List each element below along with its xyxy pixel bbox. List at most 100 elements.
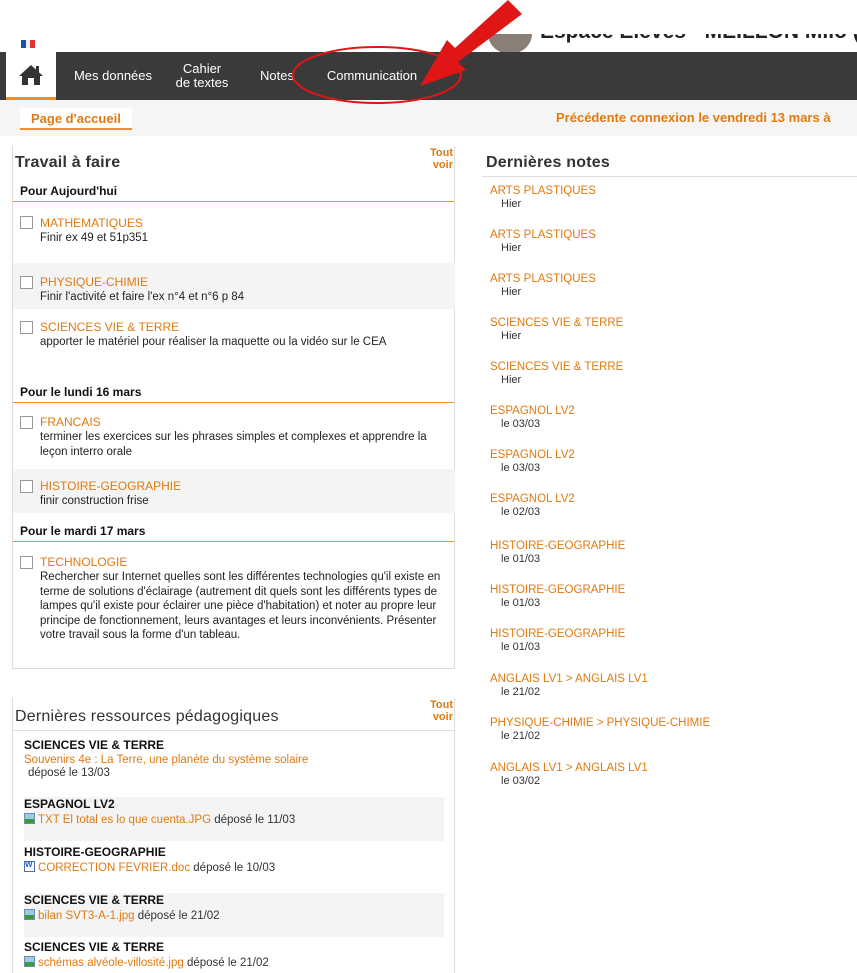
ressources-divider	[13, 730, 454, 731]
note-subject: ESPAGNOL LV2	[490, 493, 575, 505]
note-subject: SCIENCES VIE & TERRE	[490, 317, 624, 329]
task-done-checkbox[interactable]	[20, 556, 33, 569]
note-item[interactable]: SCIENCES VIE & TERRE Hier	[490, 317, 623, 342]
note-subject: ESPAGNOL LV2	[490, 405, 575, 417]
resource-link[interactable]: schémas alvéole-villosité.jpg	[38, 957, 184, 969]
note-subject: ARTS PLASTIQUES	[490, 229, 596, 241]
note-date: Hier	[501, 286, 522, 298]
sub-bar: Page d'accueil Précédente connexion le v…	[0, 100, 857, 136]
nav-notes[interactable]: Notes	[254, 52, 300, 100]
travail-title: Travail à faire	[15, 154, 121, 171]
note-date: le 01/03	[501, 641, 541, 653]
note-item[interactable]: SCIENCES VIE & TERRE Hier	[490, 361, 623, 386]
resource-deposit-date: déposé le 21/02	[137, 910, 220, 922]
home-page-button[interactable]: Page d'accueil	[20, 108, 132, 130]
space-title: Espace Elèves - MEILLON Milo (4e2	[540, 20, 857, 43]
notes-title: Dernières notes	[486, 154, 610, 171]
note-item[interactable]: HISTOIRE-GEOGRAPHIE le 01/03	[490, 584, 625, 609]
task-description: terminer les exercices sur les phrases s…	[40, 431, 427, 458]
tout-label: Tout	[429, 147, 453, 159]
note-subject: PHYSIQUE-CHIMIE > PHYSIQUE-CHIMIE	[490, 717, 711, 729]
note-subject: ANGLAIS LV1 > ANGLAIS LV1	[490, 762, 648, 774]
note-subject: HISTOIRE-GEOGRAPHIE	[490, 584, 626, 596]
resource-item: SCIENCES VIE & TERRE Souvenirs 4e : La T…	[24, 738, 444, 779]
nav-communication[interactable]: Communication	[310, 52, 434, 100]
resource-subject: SCIENCES VIE & TERRE	[24, 893, 165, 907]
note-date: le 02/03	[501, 506, 541, 518]
task-description: Finir l'activité et faire l'ex n°4 et n°…	[40, 291, 245, 303]
task-done-checkbox[interactable]	[20, 416, 33, 429]
home-tab[interactable]	[6, 52, 56, 100]
word-file-icon	[24, 860, 35, 872]
note-date: Hier	[501, 242, 522, 254]
resource-link[interactable]: TXT El total es lo que cuenta.JPG	[38, 814, 211, 826]
task-item: HISTOIRE-GEOGRAPHIE finir construction f…	[13, 469, 455, 513]
resource-subject: SCIENCES VIE & TERRE	[24, 738, 165, 752]
note-subject: SCIENCES VIE & TERRE	[490, 361, 624, 373]
note-item[interactable]: HISTOIRE-GEOGRAPHIE le 01/03	[490, 628, 625, 653]
task-done-checkbox[interactable]	[20, 321, 33, 334]
task-description: Finir ex 49 et 51p351	[40, 232, 149, 244]
ressources-tout-voir-link[interactable]: Tout voir	[415, 699, 453, 723]
note-item[interactable]: ESPAGNOL LV2 le 03/03	[490, 449, 575, 474]
travail-panel: Travail à faire Tout voir Pour Aujourd'h…	[12, 146, 455, 669]
resource-item: SCIENCES VIE & TERRE bilan SVT3-A-1.jpg …	[24, 893, 444, 937]
student-avatar	[488, 34, 532, 54]
note-item[interactable]: ARTS PLASTIQUES Hier	[490, 229, 596, 254]
note-item[interactable]: PHYSIQUE-CHIMIE > PHYSIQUE-CHIMIE le 21/0…	[490, 717, 710, 742]
resource-deposit-date: déposé le 13/03	[28, 767, 110, 779]
resource-subject: SCIENCES VIE & TERRE	[24, 940, 165, 954]
task-subject[interactable]: SCIENCES VIE & TERRE	[40, 320, 179, 334]
ressources-title: Dernières ressources pédagogiques	[15, 708, 279, 725]
notes-divider	[482, 176, 857, 177]
note-item[interactable]: ESPAGNOL LV2 le 03/03	[490, 405, 575, 430]
nav-cahier-line2: de textes	[175, 75, 229, 90]
nav-cahier-de-textes[interactable]: Cahier de textes	[160, 52, 244, 100]
task-done-checkbox[interactable]	[20, 276, 33, 289]
task-subject[interactable]: MATHEMATIQUES	[40, 216, 143, 230]
note-subject: ANGLAIS LV1 > ANGLAIS LV1	[490, 673, 648, 685]
note-date: Hier	[501, 374, 522, 386]
task-description: finir construction frise	[40, 495, 149, 507]
task-description: Rechercher sur Internet quelles sont les…	[40, 571, 441, 641]
task-done-checkbox[interactable]	[20, 216, 33, 229]
nav-mes-donnees[interactable]: Mes données	[66, 52, 160, 100]
note-subject: HISTOIRE-GEOGRAPHIE	[490, 540, 626, 552]
note-date: Hier	[501, 198, 522, 210]
image-file-icon	[24, 956, 35, 967]
french-flag-icon	[21, 40, 36, 48]
resource-link[interactable]: bilan SVT3-A-1.jpg	[38, 910, 135, 922]
note-item[interactable]: ARTS PLASTIQUES Hier	[490, 273, 596, 298]
note-item[interactable]: ARTS PLASTIQUES Hier	[490, 185, 596, 210]
note-date: Hier	[501, 330, 522, 342]
note-item[interactable]: ANGLAIS LV1 > ANGLAIS LV1 le 21/02	[490, 673, 648, 698]
resource-deposit-date: déposé le 21/02	[186, 957, 269, 969]
task-subject[interactable]: FRANCAIS	[40, 415, 101, 429]
resource-deposit-date: déposé le 11/03	[214, 814, 296, 826]
day-label-tuesday: Pour le mardi 17 mars	[13, 524, 454, 542]
task-subject[interactable]: HISTOIRE-GEOGRAPHIE	[40, 479, 181, 493]
note-subject: HISTOIRE-GEOGRAPHIE	[490, 628, 626, 640]
note-date: le 01/03	[501, 553, 541, 565]
voir-label: voir	[432, 159, 453, 171]
main-nav: Mes données Cahier de textes Notes Commu…	[0, 52, 857, 100]
note-date: le 21/02	[501, 686, 541, 698]
resource-link[interactable]: CORRECTION FEVRIER.doc	[38, 862, 190, 874]
task-item: MATHEMATIQUES Finir ex 49 et 51p351	[13, 209, 455, 263]
travail-tout-voir-link[interactable]: Tout voir	[415, 147, 453, 171]
task-item: PHYSIQUE-CHIMIE Finir l'activité et fair…	[13, 263, 455, 309]
task-done-checkbox[interactable]	[20, 480, 33, 493]
note-item[interactable]: ESPAGNOL LV2 le 02/03	[490, 493, 575, 518]
note-subject: ESPAGNOL LV2	[490, 449, 575, 461]
task-subject[interactable]: TECHNOLOGIE	[40, 555, 127, 569]
note-item[interactable]: HISTOIRE-GEOGRAPHIE le 01/03	[490, 540, 625, 565]
last-login-text: Précédente connexion le vendredi 13 mars…	[556, 110, 831, 125]
note-item[interactable]: ANGLAIS LV1 > ANGLAIS LV1 le 03/02	[490, 762, 648, 787]
resource-subject: ESPAGNOL LV2	[24, 797, 115, 811]
resource-subject: HISTOIRE-GEOGRAPHIE	[24, 845, 166, 859]
task-item: FRANCAIS terminer les exercices sur les …	[13, 407, 455, 469]
resource-link[interactable]: Souvenirs 4e : La Terre, une planète du …	[24, 754, 444, 766]
task-item: SCIENCES VIE & TERRE apporter le matérie…	[13, 309, 455, 371]
resource-item: SCIENCES VIE & TERRE schémas alvéole-vil…	[24, 940, 444, 969]
task-subject[interactable]: PHYSIQUE-CHIMIE	[40, 275, 148, 289]
